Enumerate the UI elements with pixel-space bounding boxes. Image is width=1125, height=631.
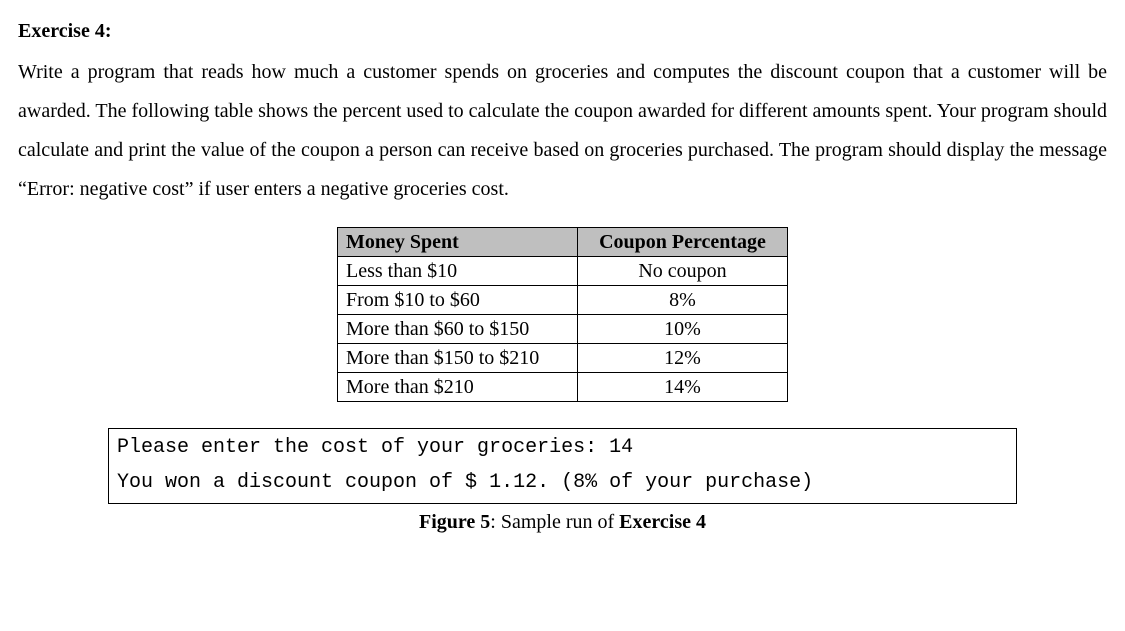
th-coupon-percentage: Coupon Percentage [578,228,788,257]
cell-range: More than $60 to $150 [338,315,578,344]
exercise-heading: Exercise 4: [18,12,1107,51]
figure-label: Figure 5 [419,511,490,533]
cell-range: Less than $10 [338,257,578,286]
cell-percent: 10% [578,315,788,344]
cell-percent: 8% [578,286,788,315]
cell-range: More than $210 [338,373,578,402]
cell-range: More than $150 to $210 [338,344,578,373]
figure-ref: Exercise 4 [619,511,706,533]
sample-run-box: Please enter the cost of your groceries:… [108,428,1017,504]
sample-line2-suffix: . (8% of your purchase) [537,471,813,494]
sample-line-2: You won a discount coupon of $ 1.12. (8%… [117,468,1008,503]
table-header-row: Money Spent Coupon Percentage [338,228,788,257]
cell-percent: 14% [578,373,788,402]
sample-line2-prefix: You won a discount coupon of $ [117,471,489,494]
cell-percent: 12% [578,344,788,373]
exercise-body: Write a program that reads how much a cu… [18,53,1107,209]
cell-range: From $10 to $60 [338,286,578,315]
table-row: Less than $10 No coupon [338,257,788,286]
sample-line2-amount: 1.12 [489,471,537,494]
cell-percent: No coupon [578,257,788,286]
table-row: More than $60 to $150 10% [338,315,788,344]
table-row: From $10 to $60 8% [338,286,788,315]
coupon-table-wrap: Money Spent Coupon Percentage Less than … [18,227,1107,402]
figure-sep: : Sample run of [490,511,619,533]
sample-line-1: Please enter the cost of your groceries:… [117,433,1008,468]
table-row: More than $150 to $210 12% [338,344,788,373]
th-money-spent: Money Spent [338,228,578,257]
coupon-table: Money Spent Coupon Percentage Less than … [337,227,788,402]
table-row: More than $210 14% [338,373,788,402]
figure-caption: Figure 5: Sample run of Exercise 4 [18,508,1107,536]
